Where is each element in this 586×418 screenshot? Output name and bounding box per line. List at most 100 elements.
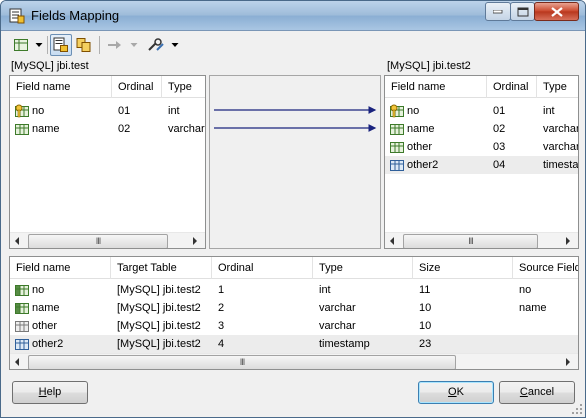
type-cell: int (319, 284, 331, 296)
copy-fields-button[interactable] (73, 34, 95, 56)
horizontal-scrollbar[interactable]: III (385, 232, 578, 248)
map-selected-dropdown[interactable] (128, 34, 140, 56)
cancel-button[interactable]: Cancel (499, 381, 575, 404)
type-cell: varchar (168, 123, 205, 135)
ordinal-cell: 3 (218, 320, 225, 332)
mapping-lines (214, 106, 377, 132)
table-view-dropdown[interactable] (33, 34, 45, 56)
scroll-right-button[interactable] (188, 233, 205, 248)
source-fields-grid[interactable]: Field name Ordinal Type no 01 int name 02 var… (9, 75, 206, 249)
close-icon (550, 6, 563, 17)
ordinal-cell: 01 (118, 105, 131, 117)
target-fields-grid[interactable]: Field name Ordinal Type no 01 int name 02 var… (384, 75, 579, 249)
grid-header: Field name Ordinal Type (10, 76, 205, 98)
scroll-right-button[interactable] (561, 233, 578, 248)
auto-map-button[interactable] (50, 34, 72, 56)
help-button[interactable]: Help (12, 381, 88, 404)
target-table-cell: [MySQL] jbi.test2 (117, 302, 201, 314)
map-selected-button[interactable] (104, 34, 126, 56)
toolbar-divider (47, 36, 48, 54)
field-name-cell: name (407, 123, 435, 135)
table-view-button[interactable] (9, 34, 33, 56)
field-row-name[interactable]: name 02 varchar (385, 120, 579, 138)
column-header-type[interactable]: Type (162, 76, 205, 98)
target-table-cell: [MySQL] jbi.test2 (117, 338, 201, 350)
mapping-row-name[interactable]: name [MySQL] jbi.test2 2 varchar 10 name (10, 299, 578, 317)
arrow-left-icon (390, 237, 394, 245)
column-header-type[interactable]: Type (537, 76, 578, 98)
mapping-row-other[interactable]: other [MySQL] jbi.test2 3 varchar 10 (10, 317, 578, 335)
mapping-results-grid[interactable]: Field name Target Table Ordinal Type Siz… (9, 256, 579, 370)
resize-grip-icon[interactable] (571, 403, 583, 415)
close-button[interactable] (534, 2, 579, 21)
column-header-size[interactable]: Size (413, 257, 513, 279)
toolbar (9, 34, 309, 56)
ordinal-cell: 01 (493, 105, 506, 117)
minimize-button[interactable] (485, 2, 511, 21)
column-header-field-name[interactable]: Field name (10, 257, 111, 279)
horizontal-scrollbar[interactable]: III (10, 353, 578, 369)
column-header-source-field[interactable]: Source Field (513, 257, 578, 279)
arrow-left-icon (15, 237, 19, 245)
scroll-right-button[interactable] (561, 354, 578, 369)
settings-button[interactable] (144, 34, 168, 56)
size-cell: 23 (419, 338, 432, 350)
horizontal-scrollbar[interactable]: III (10, 232, 205, 248)
size-cell: 10 (419, 320, 432, 332)
field-row-name[interactable]: name 02 varchar (10, 120, 205, 138)
source-field-cell (513, 317, 578, 335)
arrow-right-icon (193, 237, 197, 245)
column-header-ordinal[interactable]: Ordinal (487, 76, 537, 98)
ordinal-cell: 2 (218, 302, 225, 314)
ok-button[interactable]: OK (418, 381, 494, 404)
type-cell: varchar (543, 123, 579, 135)
source-field-cell (513, 335, 578, 353)
type-cell: int (168, 105, 180, 117)
mapping-links-panel[interactable] (209, 75, 381, 249)
size-cell: 11 (419, 284, 431, 296)
minimize-icon (493, 9, 503, 13)
maximize-icon (517, 7, 528, 16)
scroll-left-button[interactable] (10, 354, 27, 369)
window-title: Fields Mapping (31, 8, 120, 23)
field-name-cell: no (407, 105, 420, 117)
scrollbar-thumb[interactable]: III (403, 234, 538, 248)
type-cell: int (543, 105, 555, 117)
field-name-cell: other2 (407, 159, 439, 171)
column-header-ordinal[interactable]: Ordinal (212, 257, 313, 279)
table-icon (14, 39, 28, 51)
scrollbar-thumb[interactable]: III (28, 234, 168, 248)
type-cell: varchar (543, 141, 579, 153)
ordinal-cell: 02 (118, 123, 131, 135)
field-row-no[interactable]: no 01 int (10, 102, 205, 120)
scrollbar-thumb[interactable]: III (28, 355, 456, 369)
mapping-row-other2[interactable]: other2 [MySQL] jbi.test2 4 timestamp 23 (10, 335, 578, 353)
field-row-other[interactable]: other 03 varchar (385, 138, 579, 156)
column-header-field-name[interactable]: Field name (10, 76, 112, 98)
column-header-type[interactable]: Type (313, 257, 413, 279)
mapping-row-no[interactable]: no [MySQL] jbi.test2 1 int 11 no (10, 281, 578, 299)
settings-dropdown[interactable] (169, 34, 181, 56)
ordinal-cell: 02 (493, 123, 506, 135)
scroll-left-button[interactable] (385, 233, 402, 248)
copy-fields-icon (76, 38, 91, 52)
column-header-ordinal[interactable]: Ordinal (112, 76, 162, 98)
title-bar[interactable]: Fields Mapping (1, 1, 585, 31)
scroll-left-button[interactable] (10, 233, 27, 248)
chevron-down-icon (35, 43, 43, 47)
field-row-other2[interactable]: other2 04 timestamp (385, 156, 578, 174)
pane-splitter[interactable] (9, 251, 579, 255)
grid-header: Field name Ordinal Type (385, 76, 578, 98)
field-name-cell: no (32, 284, 45, 296)
column-header-field-name[interactable]: Field name (385, 76, 487, 98)
column-header-target-table[interactable]: Target Table (111, 257, 212, 279)
scrollbar-grip: III (239, 357, 246, 367)
field-row-no[interactable]: no 01 int (385, 102, 578, 120)
maximize-button[interactable] (510, 2, 535, 21)
scrollbar-grip: III (468, 236, 474, 246)
type-cell: varchar (319, 320, 356, 332)
scrollbar-grip: III (95, 236, 102, 246)
source-field-cell: no (519, 284, 532, 296)
chevron-down-icon (171, 43, 179, 47)
target-table-cell: [MySQL] jbi.test2 (117, 284, 201, 296)
